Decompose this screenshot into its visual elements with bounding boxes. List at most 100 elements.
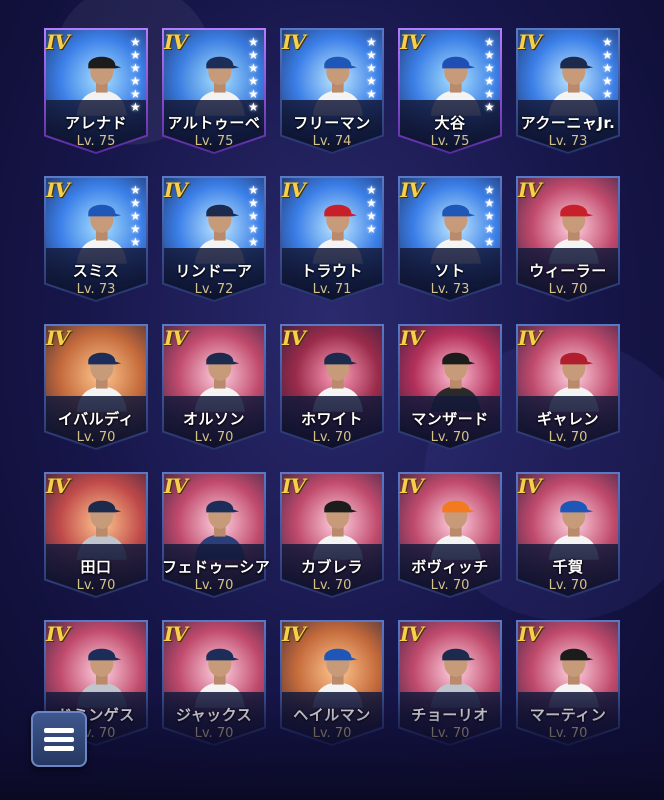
player-card[interactable]: IV ★ ★ ★ ★ トラウト Lv. 71 [280,176,384,302]
grade-badge: IV [164,178,188,202]
player-card[interactable]: IV オルソン Lv. 70 [162,324,266,450]
player-card[interactable]: IV 田口 Lv. 70 [44,472,148,598]
player-level: Lv. 75 [76,134,116,149]
player-name: カブレラ [300,558,363,576]
player-name: アクーニャJr. [520,114,616,132]
player-name: 千賀 [552,558,584,576]
grade-badge: IV [46,622,70,646]
player-name: マーティン [529,706,607,724]
grade-badge: IV [46,178,70,202]
player-level: Lv. 70 [194,430,234,445]
grade-badge: IV [400,326,424,350]
player-name: オルソン [182,410,245,428]
player-name: ギャレン [536,410,599,428]
player-name: ボヴィッチ [411,558,489,576]
player-name: フリーマン [293,114,371,132]
player-name: フェドゥーシア [162,558,271,576]
star-rating: ★ ★ ★ ★ ★ [602,36,618,101]
grade-badge: IV [164,622,188,646]
grade-badge: IV [518,474,542,498]
player-card-grid: IV ★ ★ ★ ★ ★ ★ アレナド Lv. 75 IV ★ ★ ★ ★ ★ ★ アルトゥーベ Lv. 75 IV… [0,0,664,800]
player-level: Lv. 70 [194,578,234,593]
player-name: アレナド [64,114,127,132]
hamburger-menu-icon [44,724,74,755]
player-card[interactable]: IV ★ ★ ★ ★ ★ アクーニャJr. Lv. 73 [516,28,620,154]
player-name: トラウト [300,262,363,280]
star-rating: ★ ★ ★ ★ [366,184,382,236]
player-name: ジャックス [175,706,253,724]
grade-badge: IV [282,474,306,498]
grade-badge: IV [164,326,188,350]
player-name: アルトゥーベ [167,114,261,132]
grade-badge: IV [518,622,542,646]
player-name: チョーリオ [411,706,489,724]
player-name: 大谷 [434,114,466,132]
player-card[interactable]: IV ギャレン Lv. 70 [516,324,620,450]
star-rating: ★ ★ ★ ★ ★ [484,184,500,249]
grade-badge: IV [400,30,424,54]
star-rating: ★ ★ ★ ★ ★ [366,36,382,101]
star-rating: ★ ★ ★ ★ ★ [248,184,264,249]
player-card[interactable]: IV ウィーラー Lv. 70 [516,176,620,302]
player-name: イバルディ [57,410,135,428]
player-name: マンザード [411,410,489,428]
grade-badge: IV [46,474,70,498]
player-name: スミス [72,262,120,280]
grade-badge: IV [400,622,424,646]
bottom-bar [0,794,664,800]
menu-button[interactable] [31,711,87,767]
player-card[interactable]: IV 千賀 Lv. 70 [516,472,620,598]
player-level: Lv. 73 [548,134,588,149]
player-name: 田口 [80,558,112,576]
player-card[interactable]: IV ★ ★ ★ ★ ★ ★ アルトゥーベ Lv. 75 [162,28,266,154]
star-icon: ★ [366,222,377,236]
player-card[interactable]: IV ヘイルマン Lv. 70 [280,620,384,746]
player-card[interactable]: IV イバルディ Lv. 70 [44,324,148,450]
player-card[interactable]: IV ★ ★ ★ ★ ★ リンドーア Lv. 72 [162,176,266,302]
player-level: Lv. 72 [194,282,234,297]
player-level: Lv. 70 [312,726,352,741]
player-card[interactable]: IV ★ ★ ★ ★ ★ フリーマン Lv. 74 [280,28,384,154]
player-name: リンドーア [175,262,253,280]
star-icon: ★ [130,235,141,249]
grade-badge: IV [164,474,188,498]
player-level: Lv. 70 [312,578,352,593]
player-card[interactable]: IV チョーリオ Lv. 70 [398,620,502,746]
grade-badge: IV [518,326,542,350]
star-icon: ★ [484,235,495,249]
player-level: Lv. 70 [194,726,234,741]
player-level: Lv. 74 [312,134,352,149]
grade-badge: IV [46,30,70,54]
player-level: Lv. 70 [548,282,588,297]
grade-badge: IV [282,622,306,646]
player-card[interactable]: IV ★ ★ ★ ★ ★ スミス Lv. 73 [44,176,148,302]
player-card[interactable]: IV ホワイト Lv. 70 [280,324,384,450]
star-rating: ★ ★ ★ ★ ★ ★ [248,36,264,114]
player-level: Lv. 70 [548,726,588,741]
player-card[interactable]: IV ジャックス Lv. 70 [162,620,266,746]
player-level: Lv. 73 [430,282,470,297]
player-card[interactable]: IV マンザード Lv. 70 [398,324,502,450]
player-name: ウィーラー [529,262,607,280]
grade-badge: IV [282,326,306,350]
star-rating: ★ ★ ★ ★ ★ ★ [130,36,146,114]
player-card[interactable]: IV フェドゥーシア Lv. 70 [162,472,271,598]
player-level: Lv. 70 [76,430,116,445]
player-card[interactable]: IV ボヴィッチ Lv. 70 [398,472,502,598]
grade-badge: IV [282,178,306,202]
player-level: Lv. 70 [430,726,470,741]
grade-badge: IV [282,30,306,54]
player-level: Lv. 71 [312,282,352,297]
player-level: Lv. 75 [194,134,234,149]
player-card[interactable]: IV ★ ★ ★ ★ ★ ソト Lv. 73 [398,176,502,302]
player-card[interactable]: IV ★ ★ ★ ★ ★ ★ アレナド Lv. 75 [44,28,148,154]
player-level: Lv. 73 [76,282,116,297]
grade-badge: IV [518,178,542,202]
player-name: ホワイト [300,410,363,428]
star-icon: ★ [602,87,613,101]
grade-badge: IV [46,326,70,350]
player-card[interactable]: IV ★ ★ ★ ★ ★ ★ 大谷 Lv. 75 [398,28,502,154]
grade-badge: IV [518,30,542,54]
player-card[interactable]: IV カブレラ Lv. 70 [280,472,384,598]
player-card[interactable]: IV マーティン Lv. 70 [516,620,620,746]
